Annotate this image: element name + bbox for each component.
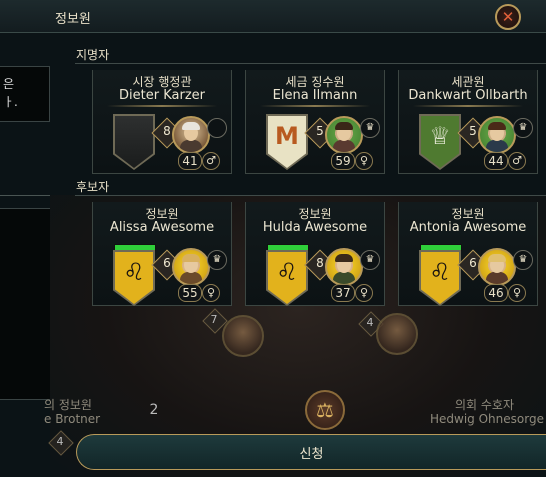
female-icon: ♀ — [355, 152, 373, 170]
age-badge: 44 — [484, 152, 508, 170]
lion-emblem: ♌ — [429, 258, 451, 286]
close-button[interactable]: ✕ — [495, 4, 521, 30]
bg-portrait-left — [222, 315, 264, 357]
bg-left-name: e Brotner — [44, 412, 101, 426]
left-description-panel: 은 ㅏ. — [0, 66, 50, 122]
appointed-divider — [75, 63, 546, 64]
portrait-avatar[interactable] — [172, 116, 210, 154]
appointed-card-3[interactable]: 세관원 Dankwart Ollbarth ♕ 5 ♛ 44 ♂ — [398, 70, 538, 174]
male-icon: ♂ — [508, 152, 526, 170]
candidate-card-2[interactable]: 정보원 Hulda Awesome ♌ 8 ♛ 37 ♀ — [245, 202, 385, 306]
card-name: Antonia Awesome — [409, 220, 527, 235]
age-badge: 55 — [178, 284, 202, 302]
m-emblem: M — [275, 122, 299, 150]
age-badge: 59 — [331, 152, 355, 170]
bg-portrait-right — [376, 313, 418, 355]
health-bar — [114, 244, 156, 251]
age-badge: 41 — [178, 152, 202, 170]
crown-emblem: ♕ — [429, 122, 451, 150]
lion-emblem: ♌ — [123, 258, 145, 286]
card-name: Alissa Awesome — [109, 220, 215, 235]
left-divider — [0, 195, 50, 196]
apply-button-label: 신청 — [299, 446, 324, 462]
scales-icon: ⚖ — [305, 390, 345, 430]
card-underline — [260, 105, 370, 107]
empty-badge-slot — [207, 118, 227, 138]
close-icon: ✕ — [501, 7, 515, 26]
card-underline — [107, 105, 217, 107]
bg-right-name: Hedwig Ohnesorge — [430, 412, 544, 426]
portrait-avatar[interactable] — [325, 116, 363, 154]
portrait-avatar[interactable] — [325, 248, 363, 286]
card-name: Elena Ilmann — [272, 88, 358, 103]
age-badge: 46 — [484, 284, 508, 302]
title-bar: 정보원 ✕ — [0, 0, 546, 33]
card-name: Dankwart Ollbarth — [408, 88, 528, 103]
age-badge: 37 — [331, 284, 355, 302]
crown-icon: ♛ — [207, 250, 227, 270]
appointed-section-label: 지명자 — [76, 48, 110, 62]
male-icon: ♂ — [202, 152, 220, 170]
candidates-section-label: 후보자 — [76, 180, 110, 194]
bg-rank-bottom: 2 — [149, 402, 159, 418]
crown-icon: ♛ — [360, 118, 380, 138]
lion-emblem: ♌ — [276, 258, 298, 286]
left-panel-line-2: ㅏ. — [3, 95, 18, 109]
female-icon: ♀ — [202, 284, 220, 302]
bg-rank-left: 7 — [210, 313, 218, 326]
crown-icon: ♛ — [513, 250, 533, 270]
health-bar — [267, 244, 309, 251]
female-icon: ♀ — [355, 284, 373, 302]
female-icon: ♀ — [508, 284, 526, 302]
left-list-panel[interactable] — [0, 208, 51, 400]
card-name: Hulda Awesome — [262, 220, 368, 235]
crown-icon: ♛ — [360, 250, 380, 270]
crown-icon: ♛ — [513, 118, 533, 138]
left-panel-line-1: 은 — [3, 77, 15, 91]
candidates-divider — [75, 195, 546, 196]
portrait-avatar[interactable] — [478, 116, 516, 154]
bg-rank-bottom-left: 4 — [56, 435, 64, 448]
apply-button[interactable]: 신청 — [76, 434, 546, 470]
appointed-card-2[interactable]: 세금 징수원 Elena Ilmann M 5 ♛ 59 ♀ — [245, 70, 385, 174]
appointed-card-1[interactable]: 시장 행정관 Dieter Karzer 8 41 ♂ — [92, 70, 232, 174]
bg-right-role: 의회 수호자 — [455, 398, 515, 412]
candidate-card-3[interactable]: 정보원 Antonia Awesome ♌ 6 ♛ 46 ♀ — [398, 202, 538, 306]
health-bar — [420, 244, 462, 251]
bg-rank-right: 4 — [366, 316, 374, 329]
bg-left-role: 의 정보원 — [44, 398, 92, 412]
portrait-avatar[interactable] — [478, 248, 516, 286]
window-title: 정보원 — [55, 12, 91, 27]
portrait-avatar[interactable] — [172, 248, 210, 286]
card-underline — [413, 105, 523, 107]
candidate-card-1[interactable]: 정보원 Alissa Awesome ♌ 6 ♛ 55 ♀ — [92, 202, 232, 306]
card-name: Dieter Karzer — [119, 88, 205, 103]
